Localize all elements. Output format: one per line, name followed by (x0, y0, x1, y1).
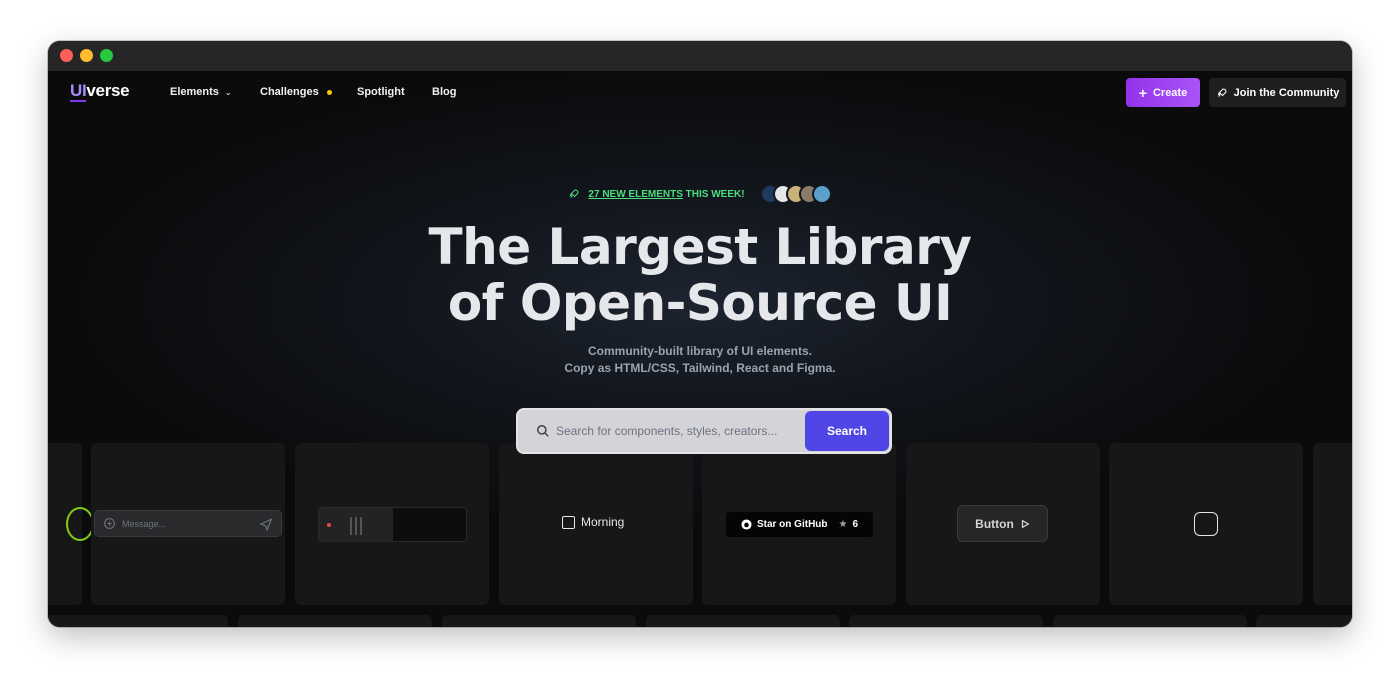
hero-title-line1: The Largest Library (428, 218, 973, 276)
notification-dot (326, 89, 332, 95)
minimize-window-button[interactable] (80, 49, 93, 62)
fader (350, 517, 352, 535)
chevron-down-icon: ⌄ (224, 87, 232, 97)
add-circle-icon (104, 518, 115, 529)
github-star-count: 6 (852, 519, 859, 530)
hero-subtitle-line1: Community-built library of UI elements. (587, 344, 813, 358)
hero-subtitle-line2: Copy as HTML/CSS, Tailwind, React and Fi… (564, 361, 836, 375)
rocket-icon (570, 189, 579, 198)
nav-elements-label: Elements (170, 86, 219, 98)
component-card[interactable]: Message... (91, 443, 285, 605)
new-elements-badge: 27 NEW ELEMENTS THIS WEEK! (48, 184, 1352, 204)
browser-window: UIverse Elements ⌄ Challenges Spotlight … (48, 41, 1352, 627)
logo-rest: verse (86, 81, 130, 100)
nav-challenges[interactable]: Challenges (260, 86, 332, 98)
search-button[interactable]: Search (805, 411, 889, 451)
uiverse-logo[interactable]: UIverse (70, 81, 130, 102)
nav-elements[interactable]: Elements ⌄ (170, 86, 232, 98)
toggle-ring (66, 507, 94, 541)
page-content: UIverse Elements ⌄ Challenges Spotlight … (48, 71, 1352, 627)
component-card[interactable] (295, 443, 489, 605)
component-card[interactable] (48, 443, 94, 605)
message-input-preview: Message... (94, 510, 282, 537)
fader (355, 517, 357, 535)
create-button[interactable]: + Create (1126, 78, 1200, 107)
badge-rest: THIS WEEK! (682, 188, 745, 200)
avatar (811, 184, 832, 204)
nav-spotlight-label: Spotlight (357, 86, 405, 98)
nav-spotlight[interactable]: Spotlight (357, 86, 405, 98)
rounded-square-preview (1194, 512, 1218, 536)
new-elements-link[interactable]: 27 NEW ELEMENTS (588, 189, 682, 200)
play-icon (1021, 519, 1030, 528)
component-card[interactable] (1256, 615, 1352, 627)
checkbox-label: Morning (581, 515, 625, 529)
hero-title-line2: of Open-Source UI (447, 274, 953, 332)
fader (360, 517, 362, 535)
close-window-button[interactable] (60, 49, 73, 62)
github-icon (741, 519, 752, 530)
record-led (327, 523, 331, 527)
component-card[interactable] (849, 615, 1043, 627)
github-label: Star on GitHub (756, 519, 828, 530)
join-label: Join the Community (1233, 86, 1340, 99)
top-nav: UIverse Elements ⌄ Challenges Spotlight … (48, 71, 1352, 115)
rocket-icon (1217, 87, 1227, 97)
nav-challenges-label: Challenges (260, 86, 319, 98)
component-card[interactable] (442, 615, 636, 627)
join-community-button[interactable]: Join the Community (1209, 78, 1346, 107)
search-button-label: Search (826, 424, 868, 438)
nav-blog-label: Blog (432, 86, 457, 98)
hero-subtitle: Community-built library of UI elements. … (48, 343, 1352, 377)
github-star-preview: Star on GitHub ★ 6 (726, 512, 873, 537)
checkbox-preview: Morning (562, 515, 624, 529)
component-card[interactable] (646, 615, 840, 627)
create-label: Create (1152, 86, 1188, 99)
title-bar (48, 41, 1352, 71)
star-icon: ★ (838, 519, 848, 530)
component-card[interactable]: Star on GitHub ★ 6 (702, 443, 896, 605)
button-preview: Button (957, 505, 1048, 542)
plus-icon: + (1138, 84, 1147, 101)
nav-blog[interactable]: Blog (432, 86, 456, 98)
button-preview-label: Button (975, 516, 1014, 531)
checkbox (562, 515, 575, 529)
logo-ui: UI (70, 81, 87, 102)
message-placeholder: Message... (122, 518, 167, 529)
component-card[interactable]: Button (906, 443, 1100, 605)
audio-mixer-preview (318, 507, 467, 542)
component-card[interactable]: Morning (499, 443, 693, 605)
search-input[interactable] (556, 424, 805, 438)
maximize-window-button[interactable] (100, 49, 113, 62)
search-icon (537, 425, 549, 437)
component-card[interactable] (1313, 443, 1352, 605)
hero-title: The Largest Library of Open-Source UI (48, 219, 1352, 331)
component-card[interactable] (48, 615, 228, 627)
component-card[interactable] (1053, 615, 1247, 627)
search-bar: Search (516, 408, 892, 454)
badge-text: 27 NEW ELEMENTS THIS WEEK! (588, 189, 744, 200)
component-card[interactable] (1109, 443, 1303, 605)
component-card[interactable] (238, 615, 432, 627)
send-icon (259, 517, 273, 531)
avatar-stack (759, 184, 832, 204)
